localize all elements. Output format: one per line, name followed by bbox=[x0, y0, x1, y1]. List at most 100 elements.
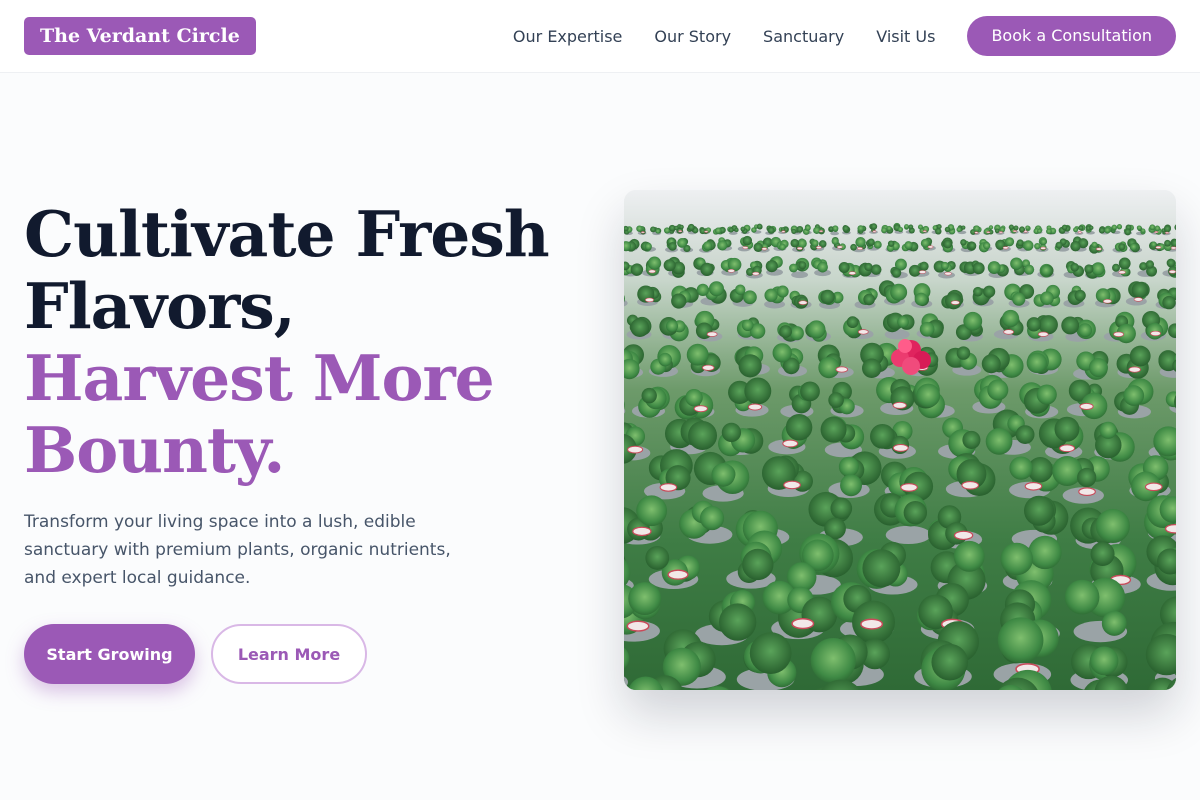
plant-tag bbox=[782, 439, 799, 448]
plant-leaf bbox=[776, 285, 789, 298]
plant-tag bbox=[791, 618, 815, 630]
nav-link-story[interactable]: Our Story bbox=[654, 27, 731, 46]
plant-leaf bbox=[963, 311, 983, 331]
plant-leaf bbox=[914, 292, 928, 306]
plant-tag bbox=[1128, 366, 1141, 373]
plant-tag bbox=[798, 300, 808, 305]
brand-logo[interactable]: The Verdant Circle bbox=[24, 17, 256, 55]
plant-leaf bbox=[1089, 225, 1094, 230]
hero-plants-image bbox=[624, 190, 1176, 690]
plant-leaf bbox=[1036, 384, 1057, 405]
plant-leaf bbox=[1016, 239, 1024, 247]
nav-link-visit[interactable]: Visit Us bbox=[876, 27, 935, 46]
plant-tag bbox=[632, 526, 652, 537]
plant-leaf bbox=[1024, 264, 1035, 275]
plant-leaf bbox=[658, 352, 672, 367]
plant-leaf bbox=[1118, 257, 1131, 270]
plant-leaf bbox=[943, 239, 953, 249]
plant-leaf bbox=[1064, 579, 1100, 615]
plant-tag bbox=[761, 247, 768, 251]
plant-leaf bbox=[740, 226, 746, 232]
plant-tag bbox=[752, 271, 760, 276]
plant-leaf bbox=[1012, 292, 1026, 306]
plant-leaf bbox=[1129, 345, 1151, 367]
plant-leaf bbox=[1061, 316, 1080, 335]
plant-leaf bbox=[983, 285, 996, 298]
plant-leaf bbox=[817, 261, 828, 273]
plant-leaf bbox=[987, 261, 1001, 274]
plant-leaf bbox=[1023, 495, 1054, 526]
book-consultation-button[interactable]: Book a Consultation bbox=[967, 16, 1176, 56]
plant-leaf bbox=[800, 381, 820, 402]
plant-leaf bbox=[1112, 263, 1120, 272]
plant-leaf bbox=[855, 236, 866, 248]
plant-leaf bbox=[1168, 323, 1176, 338]
plant-leaf bbox=[789, 263, 798, 273]
plant-leaf bbox=[636, 225, 643, 232]
plant-tag bbox=[781, 230, 786, 233]
plant-tag bbox=[659, 483, 678, 492]
plant-leaf bbox=[1023, 240, 1034, 251]
plant-tag bbox=[1002, 246, 1009, 250]
plant-tag bbox=[857, 329, 869, 335]
plant-leaf bbox=[818, 356, 840, 379]
plant-leaf bbox=[804, 224, 811, 231]
plant-tag bbox=[1079, 402, 1094, 410]
nav-link-expertise[interactable]: Our Expertise bbox=[513, 27, 622, 46]
plant-leaf bbox=[891, 268, 902, 278]
plant-leaf bbox=[734, 227, 739, 233]
plant-tag bbox=[1040, 246, 1046, 250]
plant-tag bbox=[857, 247, 863, 250]
plant-tag bbox=[974, 231, 979, 234]
plant-leaf bbox=[1090, 542, 1115, 567]
plant-leaf bbox=[779, 325, 792, 338]
plant-leaf bbox=[1074, 289, 1086, 302]
plant-leaf bbox=[1040, 291, 1054, 306]
plant-leaf bbox=[864, 262, 873, 272]
plant-leaf bbox=[624, 647, 630, 669]
plant-tag bbox=[819, 230, 824, 233]
plant-leaf bbox=[890, 283, 908, 301]
plant-leaf bbox=[728, 227, 734, 233]
plant-leaf bbox=[1078, 323, 1093, 338]
plant-leaf bbox=[1104, 227, 1111, 234]
plant-leaf bbox=[647, 256, 662, 270]
plant-tag bbox=[848, 271, 856, 275]
plant-leaf bbox=[1077, 467, 1097, 488]
plant-leaf bbox=[772, 343, 792, 363]
plant-tag bbox=[667, 569, 689, 580]
plant-leaf bbox=[719, 603, 757, 641]
nav-link-sanctuary[interactable]: Sanctuary bbox=[763, 27, 844, 46]
plant-leaf bbox=[968, 241, 977, 250]
learn-more-button[interactable]: Learn More bbox=[211, 624, 367, 684]
plant-leaf bbox=[870, 223, 878, 230]
plant-leaf bbox=[741, 319, 754, 332]
start-growing-button[interactable]: Start Growing bbox=[24, 624, 195, 684]
plant-leaf bbox=[1052, 455, 1083, 487]
plant-leaf bbox=[944, 226, 951, 233]
plant-leaf bbox=[919, 261, 929, 271]
plant-leaf bbox=[1098, 227, 1105, 234]
plant-leaf bbox=[1131, 281, 1148, 299]
plant-leaf bbox=[650, 226, 656, 233]
plant-tag bbox=[836, 245, 843, 249]
plant-tag bbox=[706, 331, 718, 337]
plant-leaf bbox=[916, 383, 941, 408]
plant-leaf bbox=[1070, 241, 1081, 252]
plant-tag bbox=[1077, 231, 1082, 234]
plant-pot bbox=[885, 525, 932, 545]
plant-tag bbox=[860, 618, 884, 630]
plant-leaf bbox=[1162, 295, 1176, 310]
plant-tag bbox=[1102, 299, 1112, 304]
plant-leaf bbox=[703, 241, 713, 251]
plant-leaf bbox=[1005, 237, 1015, 247]
plant-leaf bbox=[700, 262, 714, 276]
plant-tag bbox=[986, 231, 991, 234]
plant-leaf bbox=[1034, 242, 1041, 250]
plant-leaf bbox=[830, 497, 853, 520]
plant-leaf bbox=[714, 227, 722, 234]
plant-leaf bbox=[735, 284, 746, 295]
plant-leaf bbox=[668, 242, 677, 251]
plant-tag bbox=[927, 245, 934, 249]
plant-leaf bbox=[1009, 456, 1033, 480]
